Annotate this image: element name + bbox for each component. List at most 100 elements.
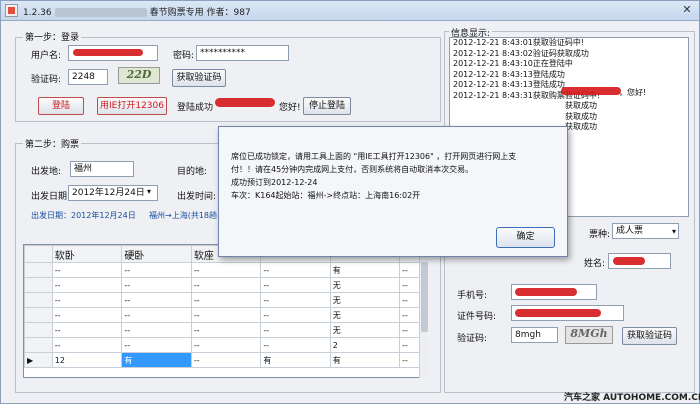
purchase-group-title: 第二步：购票 [23,137,82,150]
row-header-cell[interactable] [24,307,53,323]
table-cell[interactable]: 无 [329,292,401,308]
table-cell[interactable]: 有 [329,262,401,278]
table-cell[interactable]: -- [51,262,123,278]
table-cell[interactable]: 有 [329,352,401,368]
table-cell[interactable]: 无 [329,277,401,293]
row-header-cell[interactable]: ▶ [24,352,53,368]
chevron-down-icon: ▾ [671,227,676,236]
table-cell[interactable]: -- [260,277,331,293]
password-input[interactable]: ********** [196,45,289,61]
captcha-image[interactable]: 22D [118,67,160,84]
window-title: 1.2.36 春节购票专用 作者：987 [23,5,251,18]
grid-header-corner [24,245,53,263]
purchase-captcha-input[interactable]: 8mgh [511,327,558,343]
row-header-cell[interactable] [24,277,53,293]
table-cell[interactable]: -- [51,307,123,323]
table-cell[interactable]: -- [121,322,192,338]
stop-login-button[interactable]: 停止登陆 [303,97,351,115]
info-log-line: 2012-12-21 8:43:13登陆成功 [453,69,565,79]
table-row[interactable]: -- -- -- -- 2 -- [24,337,427,353]
table-row[interactable]: -- -- -- -- 有 -- [24,262,427,278]
ticket-type-value: 成人票 [616,226,644,236]
table-cell[interactable]: -- [51,292,123,308]
table-cell[interactable]: 无 [329,322,401,338]
route-info: 福州→上海(共18趟 [149,211,218,220]
login-button[interactable]: 登陆 [38,97,84,115]
info-log-line: 2012-12-21 8:43:02验证码获取成功 [453,48,589,58]
table-row[interactable]: ▶ 12 有 -- 有有 -- [24,352,427,368]
ticket-type-label: 票种: [589,230,611,240]
table-row[interactable]: -- -- -- -- 无 -- [24,292,427,308]
table-cell[interactable]: 无 [329,307,401,323]
date-picker[interactable]: 2012年12月24日 [68,185,158,201]
table-cell[interactable]: -- [51,337,123,353]
table-cell[interactable]: -- [190,322,262,338]
info-log-line: 获取成功 [565,101,597,110]
info-log-line: 2012-12-21 8:43:10正在登陆中 [453,59,573,68]
table-cell[interactable]: -- [190,262,262,278]
table-cell[interactable]: -- [121,337,192,353]
app-icon [5,4,18,17]
name-label: 姓名: [584,259,606,269]
train-grid: 软卧 硬卧 软座 -- -- -- -- 有 -- -- -- -- -- 无 -- -- -- -- -- 无… [23,244,428,378]
title-blur [54,8,147,17]
row-header-cell[interactable] [24,292,53,308]
table-cell[interactable]: -- [51,277,123,293]
id-redaction [515,309,601,317]
purchase-captcha-image[interactable]: 8MGh [565,326,613,344]
from-input[interactable]: 福州 [70,161,134,177]
purchase-captcha-label: 验证码: [457,334,488,344]
table-cell[interactable]: 2 [329,337,401,353]
window-title-suffix: 春节购票专用 作者：987 [149,8,251,18]
ticket-type-select[interactable]: 成人票 ▾ [612,223,679,239]
purchase-get-captcha-button[interactable]: 获取验证码 [622,327,677,345]
train-table: 软卧 硬卧 软座 -- -- -- -- 有 -- -- -- -- -- 无 -- -- -- -- -- 无… [24,245,427,368]
close-icon[interactable]: ✕ [679,3,695,17]
grid-header-cell[interactable]: 硬卧 [121,245,192,263]
table-row[interactable]: -- -- -- -- 无 -- [24,322,427,338]
table-cell[interactable]: -- [260,307,331,323]
table-cell[interactable]: -- [190,337,262,353]
captcha-input[interactable]: 2248 [68,69,108,85]
table-cell[interactable]: -- [190,292,262,308]
table-cell[interactable]: -- [260,337,331,353]
from-label: 出发地: [31,167,62,177]
time-label: 出发时间: [177,192,217,202]
login-group-title: 第一步：登录 [23,30,82,43]
info-redaction [561,87,621,95]
grid-scroll-thumb[interactable] [421,262,428,332]
table-cell[interactable]: -- [260,262,331,278]
grid-scrollbar[interactable] [419,244,428,378]
table-row[interactable]: -- -- -- -- 无 -- [24,307,427,323]
open-ie-button[interactable]: 用IE打开12306 [97,97,167,115]
table-cell[interactable]: -- [260,322,331,338]
table-cell[interactable]: -- [51,322,123,338]
table-cell[interactable]: -- [121,277,192,293]
table-row[interactable]: -- -- -- -- 无 -- [24,277,427,293]
get-captcha-button[interactable]: 获取验证码 [172,69,226,87]
calendar-dropdown-icon[interactable]: ▾ [147,187,151,196]
table-cell[interactable]: 有 [260,352,331,368]
login-status-redaction [215,98,275,107]
table-cell[interactable]: -- [121,262,192,278]
captcha-label: 验证码: [31,75,62,85]
table-cell[interactable]: -- [260,292,331,308]
table-cell[interactable]: -- [121,307,192,323]
table-cell[interactable]: -- [190,352,262,368]
table-cell[interactable]: -- [121,292,192,308]
grid-header-cell[interactable]: 软卧 [51,245,123,263]
table-cell[interactable]: 有 [121,352,192,368]
row-header-cell[interactable] [24,337,53,353]
row-header-cell[interactable] [24,322,53,338]
info-greeting: ，您好! [619,88,647,97]
dialog-ok-button[interactable]: 确定 [496,227,555,248]
table-cell[interactable]: -- [190,307,262,323]
row-header-cell[interactable] [24,262,53,278]
date-value: 2012年12月24日 [72,188,145,198]
info-lines: 2012-12-21 8:43:01获取验证码中! 2012-12-21 8:43… [450,38,688,133]
table-cell[interactable]: -- [190,277,262,293]
table-cell[interactable]: 12 [51,352,123,368]
username-label: 用户名: [31,51,62,61]
phone-redaction [515,288,577,296]
login-status-suffix: 您好! [279,103,301,113]
